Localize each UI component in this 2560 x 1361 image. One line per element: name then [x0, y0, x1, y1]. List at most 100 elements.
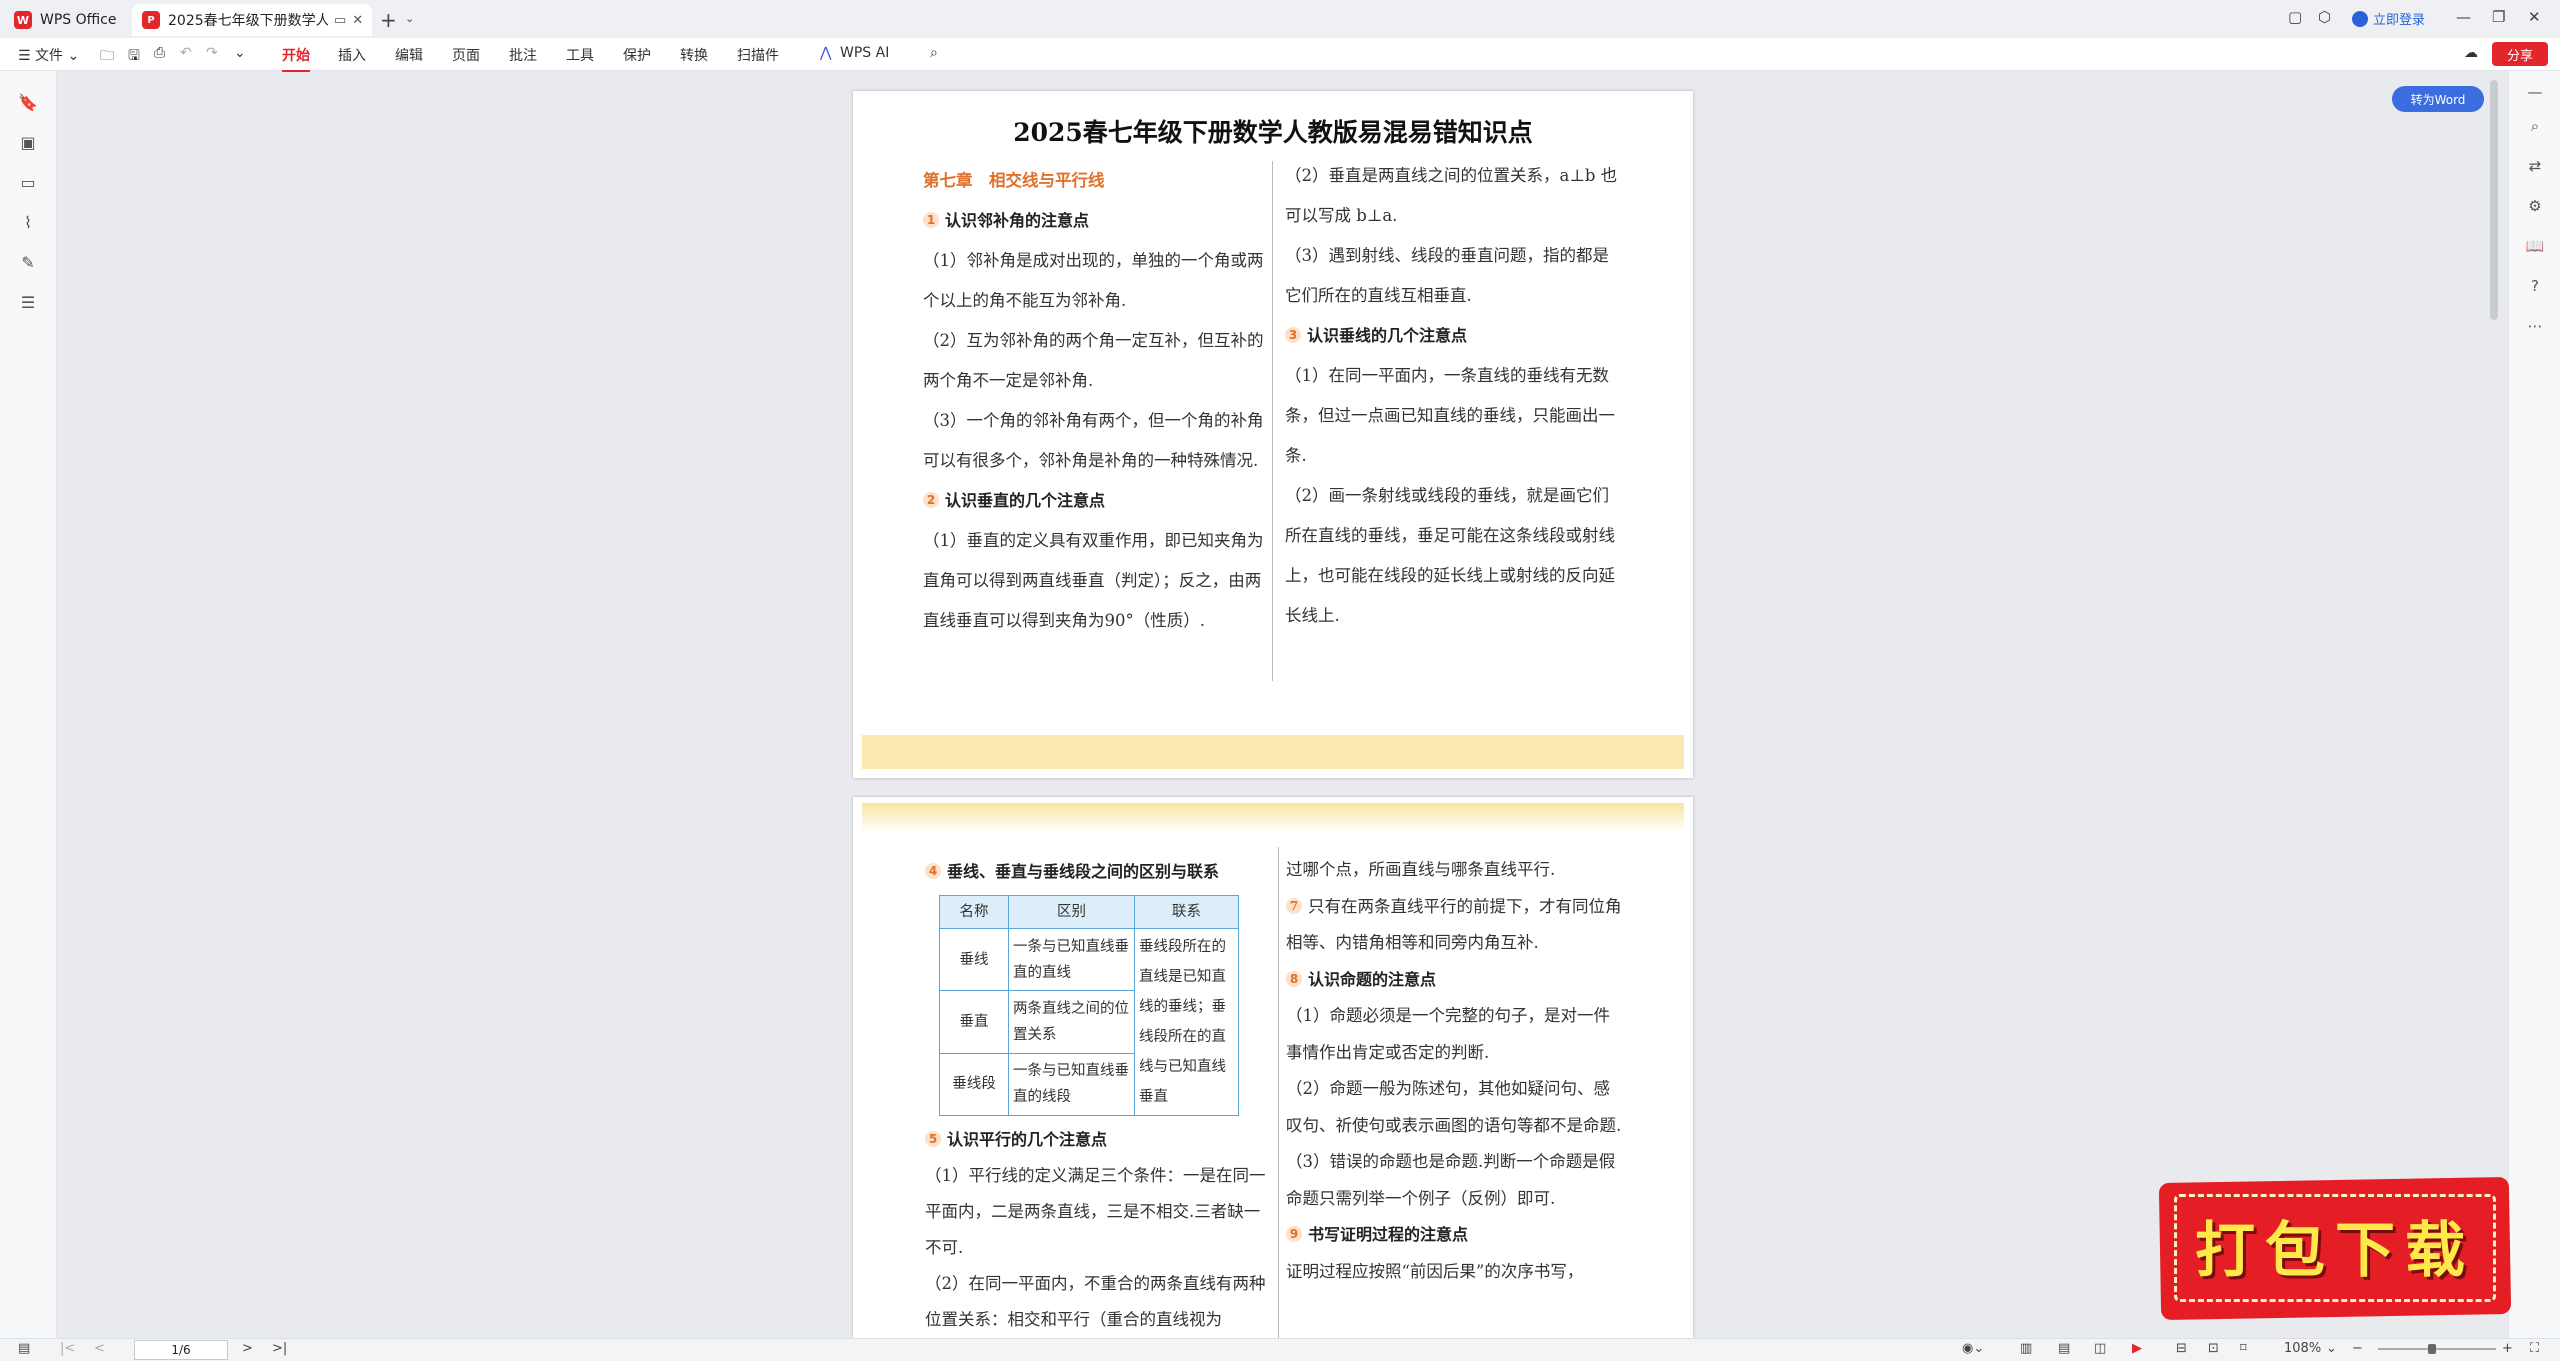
find-icon[interactable]: ⌕ [2525, 117, 2545, 137]
convert-to-word-button[interactable]: 转为Word [2392, 86, 2484, 112]
tab-convert[interactable]: 转换 [680, 45, 708, 65]
tab-protect[interactable]: 保护 [623, 45, 651, 65]
tab-insert[interactable]: 插入 [338, 45, 366, 65]
new-tab-button[interactable]: + [380, 8, 397, 32]
continuous-icon[interactable]: ▤ [2058, 1341, 2070, 1356]
right-sidebar: — ⌕ ⇄ ⚙ 📖 ? ⋯ [2508, 71, 2560, 1338]
tab-page[interactable]: 页面 [452, 45, 480, 65]
tab-document[interactable]: P 2025春七年级下册数学人教版易混易错知识点 ▭ ✕ [132, 4, 372, 36]
play-icon[interactable]: ▶ [2132, 1341, 2142, 1356]
zoom-dropdown-icon[interactable]: ⌄ [2326, 1341, 2337, 1356]
tab-edit[interactable]: 编辑 [395, 45, 423, 65]
prev-page-icon[interactable]: < [94, 1341, 105, 1356]
vertical-scrollbar[interactable] [2490, 80, 2498, 320]
double-page-icon[interactable]: ◫ [2094, 1341, 2106, 1356]
file-menu[interactable]: ☰ 文件 ⌄ [18, 45, 79, 65]
section-heading-text: 认识垂直的几个注意点 [945, 491, 1106, 510]
page-number-input[interactable]: 1/6 [134, 1340, 228, 1360]
monitor-icon[interactable]: ▭ [334, 13, 346, 28]
tab-annotate[interactable]: 批注 [509, 45, 537, 65]
help-icon[interactable]: ? [2525, 277, 2545, 297]
wps-ai-icon[interactable]: ⋀ [820, 45, 831, 61]
collapse-icon[interactable]: — [2525, 83, 2545, 103]
close-window-icon[interactable]: ✕ [2528, 8, 2541, 26]
page1-left-column: 第七章 相交线与平行线 1 认识邻补角的注意点 （1）邻补角是成对出现的，单独的一… [923, 161, 1273, 641]
section-number-badge: 5 [925, 1131, 941, 1147]
paragraph: 证明过程应按照“前因后果”的次序书写， [1286, 1261, 1584, 1281]
tab-list-chevron-icon[interactable]: ⌄ [405, 12, 414, 25]
login-label: 立即登录 [2373, 13, 2426, 28]
convert-to-word-label: 转为Word [2410, 92, 2466, 107]
fullscreen-icon[interactable]: ⛶ [2530, 1341, 2539, 1356]
section-heading: 5 认识平行的几个注意点 [925, 1122, 1270, 1158]
eye-icon[interactable]: ◉⌄ [1962, 1341, 1984, 1356]
section-heading-text: 认识平行的几个注意点 [947, 1130, 1108, 1149]
save-icon[interactable]: 🖫 [128, 45, 140, 69]
section-number-badge: 9 [1286, 1226, 1302, 1242]
zoom-slider-handle[interactable] [2428, 1344, 2436, 1354]
paragraph: （1）命题必须是一个完整的句子，是对一件事情作出肯定或否定的判断. [1286, 1006, 1610, 1062]
zoom-value[interactable]: 108% [2284, 1341, 2321, 1356]
zoom-slider[interactable] [2378, 1348, 2496, 1350]
sidebar-toggle-icon[interactable]: ▤ [18, 1341, 30, 1356]
tab-start[interactable]: 开始 [282, 45, 310, 72]
bookmark-icon[interactable]: 🔖 [18, 93, 38, 113]
tab-tools[interactable]: 工具 [566, 45, 594, 65]
section-heading: 3 认识垂线的几个注意点 [1285, 316, 1625, 356]
quick-access-chevron-icon[interactable]: ⌄ [234, 45, 246, 61]
cloud-sync-icon[interactable]: ☁ [2464, 45, 2478, 61]
thumbnail-icon[interactable]: ▣ [18, 133, 38, 153]
comment-icon[interactable]: ▭ [18, 173, 38, 193]
minimize-icon[interactable]: — [2456, 8, 2471, 26]
wps-logo-icon: W [14, 11, 32, 29]
paragraph: （3）遇到射线、线段的垂直问题，指的都是它们所在的直线互相垂直. [1285, 246, 1609, 305]
close-tab-icon[interactable]: ✕ [352, 13, 363, 28]
print-icon[interactable]: ⎙ [154, 45, 165, 61]
title-bar: W WPS Office P 2025春七年级下册数学人教版易混易错知识点 ▭ … [0, 0, 2560, 38]
book-icon[interactable]: 📖 [2525, 237, 2545, 257]
more-icon[interactable]: ⋯ [2525, 317, 2545, 337]
restore-icon[interactable]: ❐ [2492, 8, 2505, 26]
bookmark-view-icon[interactable]: ⌑ [2240, 1341, 2247, 1356]
page2-right-column: 过哪个点，所画直线与哪条直线平行. 7 只有在两条直线平行的前提下，才有同位角相等… [1286, 852, 1626, 1290]
tab-wps-home[interactable]: W WPS Office [14, 4, 126, 36]
table-cell: 两条直线之间的位置关系 [1008, 990, 1135, 1054]
paragraph: （2）在同一平面内，不重合的两条直线有两种位置关系：相交和平行（重合的直线视为 [925, 1274, 1266, 1329]
zoom-out-icon[interactable]: − [2352, 1341, 2363, 1356]
table-cell: 一条与已知直线垂直的线段 [1008, 1052, 1135, 1117]
table-cell: 一条与已知直线垂直的直线 [1008, 927, 1135, 992]
wps-ai-button[interactable]: WPS AI [840, 45, 889, 61]
layers-icon[interactable]: ☰ [18, 293, 38, 313]
section-heading-text: 书写证明过程的注意点 [1308, 1225, 1469, 1244]
last-page-icon[interactable]: >| [272, 1341, 287, 1356]
download-ad-banner[interactable]: 打包下载 [2158, 1172, 2512, 1325]
section-number-badge: 7 [1286, 897, 1302, 914]
paragraph: （2）画一条射线或线段的垂线，就是画它们所在直线的垂线，垂足可能在这条线段或射线… [1285, 486, 1615, 625]
login-button[interactable]: 立即登录 [2352, 9, 2425, 28]
paragraph: （1）平行线的定义满足三个条件：一是在同一平面内，二是两条直线，三是不相交.三者… [925, 1166, 1266, 1257]
window-layout-icon[interactable]: ▢ [2288, 8, 2302, 26]
cube-icon[interactable]: ⬡ [2318, 8, 2331, 26]
next-page-icon[interactable]: > [242, 1341, 253, 1356]
search-icon[interactable]: ⌕ [930, 45, 938, 61]
footer-band [862, 735, 1684, 769]
table-cell: 垂线段所在的直线是已知直线的垂线；垂线段所在的直线与已知直线垂直 [1134, 928, 1239, 1116]
open-folder-icon[interactable]: 🗀 [100, 45, 114, 69]
section-heading: 8 认识命题的注意点 [1286, 962, 1626, 999]
translate-icon[interactable]: ⇄ [2525, 157, 2545, 177]
zoom-in-icon[interactable]: + [2502, 1341, 2513, 1356]
first-page-icon[interactable]: |< [60, 1341, 75, 1356]
single-page-icon[interactable]: ▥ [2020, 1341, 2032, 1356]
attachment-icon[interactable]: ⌇ [18, 213, 38, 233]
fit-page-icon[interactable]: ⊡ [2208, 1341, 2219, 1356]
undo-icon[interactable]: ↶ [180, 45, 192, 61]
paragraph: 过哪个点，所画直线与哪条直线平行. [1286, 860, 1556, 879]
fit-width-icon[interactable]: ⊟ [2176, 1341, 2187, 1356]
redo-icon[interactable]: ↷ [206, 45, 218, 61]
paragraph: （3）一个角的邻补角有两个，但一个角的补角可以有很多个，邻补角是补角的一种特殊情… [923, 411, 1264, 470]
tab-scan[interactable]: 扫描件 [737, 45, 779, 65]
settings-sliders-icon[interactable]: ⚙ [2525, 197, 2545, 217]
section-number-badge: 3 [1285, 327, 1301, 343]
signature-icon[interactable]: ✎ [18, 253, 38, 273]
share-button[interactable]: 分享 [2492, 42, 2548, 66]
